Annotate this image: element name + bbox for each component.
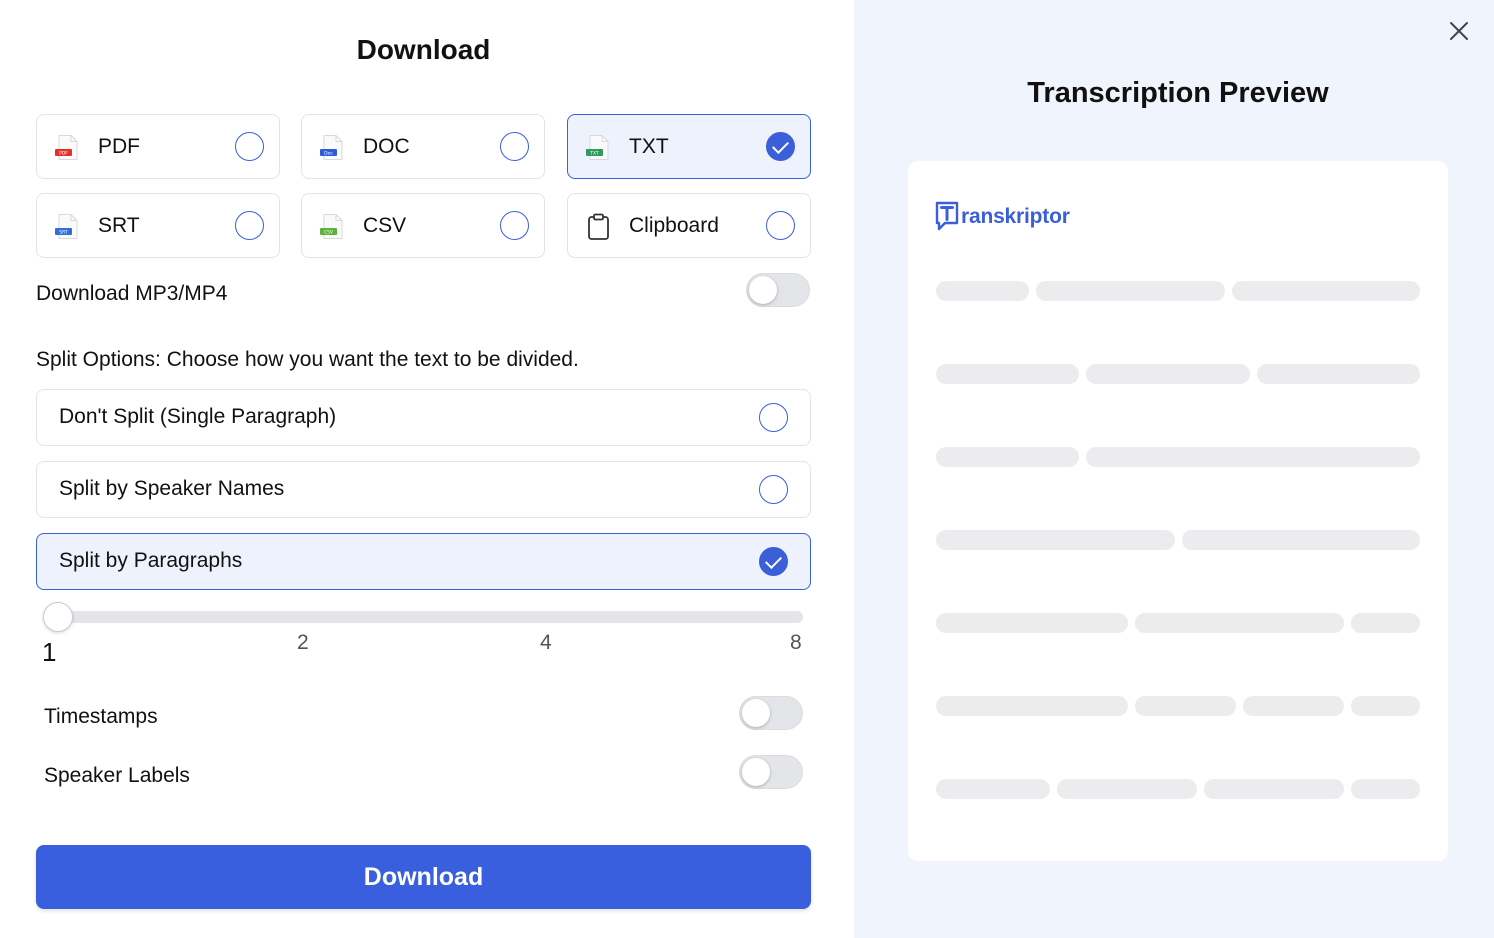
srt-file-icon: SRT [55, 214, 78, 239]
format-radio-doc[interactable] [500, 132, 529, 161]
split-option-none[interactable]: Don't Split (Single Paragraph) [36, 389, 811, 446]
split-radio-none[interactable] [759, 403, 788, 432]
split-label-speaker: Split by Speaker Names [59, 477, 285, 500]
toggle-knob [742, 758, 770, 786]
paragraph-size-slider-track[interactable] [48, 611, 803, 623]
placeholder-line [1351, 696, 1420, 716]
svg-text:Doc: Doc [324, 151, 333, 157]
format-option-clipboard[interactable]: Clipboard [567, 193, 811, 258]
split-label-paragraphs: Split by Paragraphs [59, 549, 243, 572]
placeholder-line [1351, 779, 1420, 799]
pdf-file-icon: PDF [55, 135, 78, 160]
placeholder-line [1351, 613, 1420, 633]
clipboard-icon [588, 213, 609, 240]
timestamps-label: Timestamps [44, 705, 158, 728]
placeholder-line [1057, 779, 1197, 799]
toggle-knob [749, 276, 777, 304]
csv-file-icon: CSV [320, 214, 343, 239]
download-button[interactable]: Download [36, 845, 811, 909]
svg-text:TXT: TXT [589, 151, 599, 157]
format-label-doc: DOC [363, 135, 410, 158]
split-radio-speaker[interactable] [759, 475, 788, 504]
placeholder-line [936, 530, 1175, 550]
placeholder-line [1243, 696, 1344, 716]
placeholder-line [1204, 779, 1344, 799]
format-radio-srt[interactable] [235, 211, 264, 240]
transkriptor-logo: ranskriptor [935, 200, 1070, 234]
placeholder-line [1135, 696, 1236, 716]
format-label-srt: SRT [98, 214, 140, 237]
txt-file-icon: TXT [586, 135, 609, 160]
slider-tick-2: 2 [297, 631, 309, 654]
placeholder-line [936, 364, 1079, 384]
format-label-txt: TXT [629, 135, 669, 158]
slider-tick-8: 8 [790, 631, 802, 654]
split-options-heading: Split Options: Choose how you want the t… [36, 348, 579, 371]
placeholder-line [936, 779, 1050, 799]
media-toggle-label: Download MP3/MP4 [36, 282, 228, 305]
speaker-labels-toggle[interactable] [739, 755, 803, 789]
slider-tick-1: 1 [42, 637, 57, 667]
format-option-srt[interactable]: SRT SRT [36, 193, 280, 258]
format-radio-pdf[interactable] [235, 132, 264, 161]
paragraph-size-slider-thumb[interactable] [43, 602, 73, 632]
format-label-csv: CSV [363, 214, 407, 237]
format-option-csv[interactable]: CSV CSV [301, 193, 545, 258]
svg-text:CSV: CSV [324, 230, 334, 236]
placeholder-line [1086, 447, 1420, 467]
svg-text:PDF: PDF [59, 151, 68, 157]
split-radio-paragraphs-checked[interactable] [759, 547, 788, 576]
close-icon[interactable] [1447, 19, 1471, 43]
format-option-txt[interactable]: TXT TXT [567, 114, 811, 179]
timestamps-toggle[interactable] [739, 696, 803, 730]
format-option-pdf[interactable]: PDF PDF [36, 114, 280, 179]
split-option-speaker[interactable]: Split by Speaker Names [36, 461, 811, 518]
placeholder-line [1232, 281, 1420, 301]
placeholder-line [936, 696, 1128, 716]
placeholder-line [1135, 613, 1344, 633]
placeholder-line [936, 281, 1029, 301]
svg-text:SRT: SRT [59, 230, 68, 236]
format-radio-csv[interactable] [500, 211, 529, 240]
placeholder-line [1086, 364, 1250, 384]
format-label-clipboard: Clipboard [629, 214, 719, 237]
media-download-toggle[interactable] [746, 273, 810, 307]
toggle-knob [742, 699, 770, 727]
slider-tick-4: 4 [540, 631, 552, 654]
placeholder-line [936, 447, 1079, 467]
placeholder-line [936, 613, 1128, 633]
transkriptor-logo-icon [935, 201, 959, 231]
placeholder-line [1182, 530, 1420, 550]
split-label-none: Don't Split (Single Paragraph) [59, 405, 337, 428]
preview-title: Transcription Preview [1027, 77, 1329, 109]
placeholder-line [1036, 281, 1225, 301]
transkriptor-logo-text: ranskriptor [961, 205, 1070, 228]
download-panel: Download PDF PDF Doc DOC TXT TXT SRT SRT… [0, 0, 854, 938]
format-label-pdf: PDF [98, 135, 140, 158]
speaker-labels-label: Speaker Labels [44, 764, 190, 787]
preview-card [908, 161, 1448, 861]
dialog-title: Download [356, 34, 491, 65]
format-radio-clipboard[interactable] [766, 211, 795, 240]
placeholder-line [1257, 364, 1420, 384]
format-option-doc[interactable]: Doc DOC [301, 114, 545, 179]
doc-file-icon: Doc [320, 135, 343, 160]
split-option-paragraphs[interactable]: Split by Paragraphs [36, 533, 811, 590]
format-radio-txt-checked[interactable] [766, 132, 795, 161]
